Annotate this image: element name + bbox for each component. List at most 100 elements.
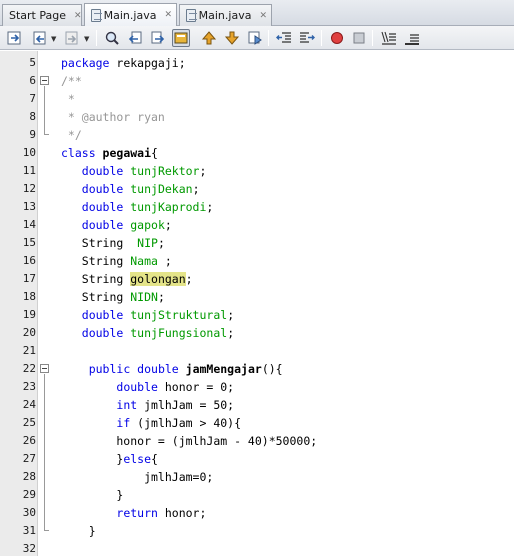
code-line[interactable]: * @author ryan <box>61 108 165 126</box>
comment-token: * <box>61 92 75 106</box>
chevron-down-icon[interactable]: ▼ <box>84 35 89 43</box>
field-token: tunjRektor <box>130 164 200 178</box>
uncomment-icon[interactable] <box>403 29 421 47</box>
code-line[interactable]: public double jamMengajar(){ <box>61 360 283 378</box>
line-number: 20 <box>22 326 36 339</box>
toggle-bookmark-icon[interactable] <box>246 29 264 47</box>
code-line[interactable]: } <box>61 486 123 504</box>
comment-token: */ <box>61 128 82 142</box>
back-icon[interactable] <box>31 29 49 47</box>
tab-main-java[interactable]: Main.java ✕ <box>179 4 272 26</box>
code-token: honor = (jmlhJam - 40)*50000; <box>61 434 318 448</box>
field-token: tunjFungsional <box>130 326 228 340</box>
code-token: rekapgaji; <box>116 56 186 70</box>
code-token: String <box>61 236 138 250</box>
field-token: NIDN <box>130 290 158 304</box>
code-token: ; <box>199 164 207 178</box>
code-line[interactable]: double honor = 0; <box>61 378 234 396</box>
fold-end-marker <box>44 530 49 531</box>
toggle-highlight-icon[interactable] <box>172 29 190 47</box>
previous-bookmark-icon[interactable] <box>200 29 218 47</box>
keyword-token: double <box>81 218 131 232</box>
code-line[interactable]: jmlhJam=0; <box>61 468 213 486</box>
shift-left-icon[interactable] <box>275 29 293 47</box>
code-line[interactable]: double tunjFungsional; <box>61 324 234 342</box>
code-token: ; <box>157 254 172 268</box>
find-icon[interactable] <box>103 29 121 47</box>
close-icon[interactable]: ✕ <box>259 11 267 21</box>
keyword-token: else <box>123 452 152 466</box>
line-number: 9 <box>29 128 36 141</box>
line-number: 18 <box>22 290 36 303</box>
identifier-token: jamMengajar <box>185 362 262 376</box>
code-line[interactable]: double tunjKaprodi; <box>61 198 214 216</box>
field-token: tunjKaprodi <box>130 200 207 214</box>
next-bookmark-icon[interactable] <box>223 29 241 47</box>
toolbar-separator <box>268 30 269 46</box>
code-line[interactable]: package rekapgaji; <box>61 54 186 72</box>
keyword-token: double <box>81 326 131 340</box>
start-macro-icon[interactable] <box>328 29 346 47</box>
keyword-token: if <box>116 416 138 430</box>
keyword-token: double <box>116 380 165 394</box>
code-line[interactable]: double tunjStruktural; <box>61 306 234 324</box>
stop-macro-icon[interactable] <box>350 29 368 47</box>
forward-icon[interactable] <box>63 29 81 47</box>
find-next-icon[interactable] <box>149 29 167 47</box>
code-token: honor = 0; <box>164 380 235 394</box>
code-line[interactable]: */ <box>61 126 82 144</box>
chevron-down-icon[interactable]: ▼ <box>51 35 56 43</box>
line-number: 10 <box>22 146 36 159</box>
code-token: String <box>61 254 131 268</box>
code-line[interactable]: double tunjRektor; <box>61 162 207 180</box>
code-line[interactable]: class pegawai{ <box>61 144 158 162</box>
code-line[interactable]: * <box>61 90 75 108</box>
code-line[interactable]: double tunjDekan; <box>61 180 200 198</box>
keyword-token: package <box>61 56 117 70</box>
code-line[interactable]: double gapok; <box>61 216 172 234</box>
fold-toggle-icon[interactable] <box>40 76 49 85</box>
last-edit-icon[interactable] <box>6 29 24 47</box>
line-number: 24 <box>22 398 36 411</box>
code-line[interactable]: } <box>61 522 96 540</box>
line-number: 7 <box>29 92 36 105</box>
code-token: } <box>61 452 124 466</box>
line-number: 8 <box>29 110 36 123</box>
highlighted-token: golongan <box>130 272 186 286</box>
code-line[interactable]: String NIP; <box>61 234 165 252</box>
code-line[interactable]: if (jmlhJam > 40){ <box>61 414 241 432</box>
shift-right-icon[interactable] <box>298 29 316 47</box>
code-token: ; <box>157 236 165 250</box>
field-token: tunjStruktural <box>130 308 228 322</box>
tab-start-page[interactable]: Start Page ✕ <box>2 4 82 26</box>
toolbar-separator <box>372 30 373 46</box>
close-icon[interactable]: ✕ <box>74 11 82 21</box>
line-number: 16 <box>22 254 36 267</box>
code-line[interactable]: String NIDN; <box>61 288 165 306</box>
field-token: Nama <box>130 254 158 268</box>
code-line[interactable]: return honor; <box>61 504 206 522</box>
find-previous-icon[interactable] <box>126 29 144 47</box>
code-line[interactable]: String Nama ; <box>61 252 172 270</box>
close-icon[interactable]: ✕ <box>164 10 172 20</box>
code-line[interactable]: String golongan; <box>61 270 193 288</box>
code-line[interactable]: int jmlhJam = 50; <box>61 396 234 414</box>
tab-main-java-active[interactable]: Main.java ✕ <box>84 3 177 26</box>
comment-icon[interactable] <box>380 29 398 47</box>
editor-toolbar: ▼ ▼ <box>0 26 514 50</box>
line-number: 28 <box>22 470 36 483</box>
code-line[interactable]: }else{ <box>61 450 158 468</box>
code-token: honor; <box>164 506 207 520</box>
keyword-token: int <box>116 398 145 412</box>
keyword-token: double <box>81 308 131 322</box>
line-number: 21 <box>22 344 36 357</box>
fold-toggle-icon[interactable] <box>40 364 49 373</box>
toolbar-separator <box>96 30 97 46</box>
code-line[interactable]: honor = (jmlhJam - 40)*50000; <box>61 432 317 450</box>
code-line[interactable]: /** <box>61 72 82 90</box>
